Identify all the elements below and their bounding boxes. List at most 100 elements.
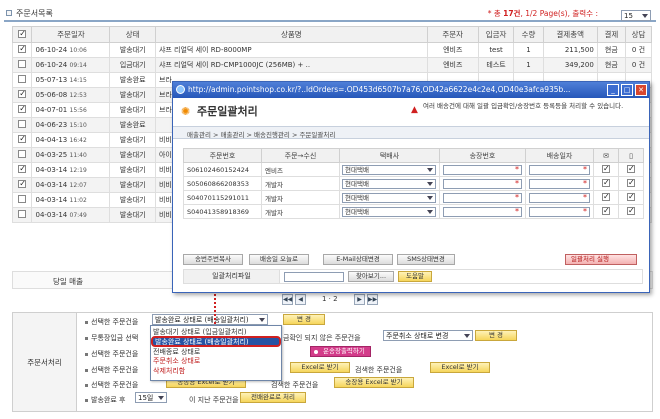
first-page-button[interactable]: ◀◀ xyxy=(282,294,293,305)
minimize-icon[interactable]: _ xyxy=(607,84,619,96)
product-name[interactable]: 샤프 리얼덕 세이 RD-8000MP xyxy=(154,42,428,58)
col-header[interactable]: 주문자 xyxy=(426,26,479,43)
col-header[interactable]: 수량 xyxy=(513,26,544,43)
sms-cell[interactable] xyxy=(618,204,644,219)
email-cell[interactable] xyxy=(593,176,619,191)
row-select-cell[interactable] xyxy=(11,207,33,223)
row-select-cell[interactable] xyxy=(11,162,33,178)
email-checkbox[interactable] xyxy=(602,178,610,187)
per-page-select[interactable]: 15 xyxy=(621,10,651,21)
buyer-name[interactable]: 엔비즈 xyxy=(426,57,479,73)
sms-checkbox[interactable] xyxy=(627,178,635,187)
status-dropdown-list[interactable]: 발송대기 상태로 (입금일괄처리) 발송완료 상태로 (배송일괄처리) 전배종료… xyxy=(150,325,282,381)
ship-date-today-button[interactable]: 배송일 오늘로 xyxy=(249,254,309,265)
ship-date-input[interactable] xyxy=(529,165,590,175)
row-select-cell[interactable] xyxy=(11,42,33,58)
change-button-2[interactable]: 변 경 xyxy=(475,330,517,341)
row-checkbox[interactable] xyxy=(18,89,27,98)
select-all-header[interactable] xyxy=(11,26,33,43)
sms-cell[interactable] xyxy=(618,176,644,191)
sms-cell[interactable] xyxy=(618,162,644,177)
run-batch-button[interactable]: 일괄처리 실행 xyxy=(565,254,637,265)
email-cell[interactable] xyxy=(593,190,619,205)
sms-status-button[interactable]: SMS상태변경 xyxy=(397,254,455,265)
next-page-button[interactable]: ▶ xyxy=(354,294,365,305)
col-header[interactable]: 상품명 xyxy=(154,26,428,43)
change-button[interactable]: 변 경 xyxy=(283,314,325,325)
row-select-cell[interactable] xyxy=(11,102,33,118)
dropdown-option[interactable]: 주문취소 상태로 xyxy=(153,357,200,365)
email-cell[interactable] xyxy=(593,204,619,219)
memo-count[interactable]: 0 건 xyxy=(624,42,653,58)
sms-checkbox[interactable] xyxy=(627,164,635,173)
email-checkbox[interactable] xyxy=(602,192,610,201)
col-header[interactable]: 상담 xyxy=(624,26,653,43)
row-select-cell[interactable] xyxy=(11,72,33,88)
dropdown-option[interactable]: 전배종료 상태로 xyxy=(153,348,200,356)
days-select[interactable]: 15일 xyxy=(135,392,167,403)
sms-checkbox[interactable] xyxy=(627,192,635,201)
email-checkbox[interactable] xyxy=(602,206,610,215)
mark-complete-button[interactable]: 전배완료로 처리 xyxy=(240,392,306,403)
page-numbers[interactable]: 1 · 2 xyxy=(322,295,338,303)
ship-date-input[interactable] xyxy=(529,207,590,217)
help-button[interactable]: 도움말 xyxy=(398,271,432,282)
row-select-cell[interactable] xyxy=(11,87,33,103)
close-icon[interactable]: ✕ xyxy=(635,84,647,96)
sms-col-header[interactable]: ▯ xyxy=(618,148,644,163)
ship-date-input[interactable] xyxy=(529,179,590,189)
courier-select[interactable]: 현대택배 xyxy=(342,193,436,203)
row-checkbox[interactable] xyxy=(18,60,27,68)
waybill-input[interactable] xyxy=(443,193,522,203)
col-header[interactable]: 결제 xyxy=(596,26,626,43)
row-checkbox[interactable] xyxy=(18,195,27,203)
ship-date-input[interactable] xyxy=(529,193,590,203)
row-select-cell[interactable] xyxy=(11,132,33,148)
memo-count[interactable]: 0 건 xyxy=(624,57,653,73)
sms-cell[interactable] xyxy=(618,190,644,205)
row-checkbox[interactable] xyxy=(18,134,27,143)
prev-page-button[interactable]: ◀ xyxy=(295,294,306,305)
row-checkbox[interactable] xyxy=(18,44,27,53)
waybill-input[interactable] xyxy=(443,207,522,217)
waybill-excel-search-button[interactable]: 송장용 Excel로 받기 xyxy=(334,377,414,388)
email-status-button[interactable]: E-Mail상태변경 xyxy=(323,254,393,265)
print-waybill-button[interactable]: 운송장출력하기 xyxy=(310,346,371,357)
email-cell[interactable] xyxy=(593,162,619,177)
table-row[interactable]: 06-10-24 10:06발송대기샤프 리얼덕 세이 RD-8000MP엔비즈… xyxy=(11,42,653,58)
copy-order-number-button[interactable]: 송번주번복사 xyxy=(183,254,243,265)
waybill-input[interactable] xyxy=(443,165,522,175)
waybill-input[interactable] xyxy=(443,179,522,189)
courier-select[interactable]: 현대택배 xyxy=(342,165,436,175)
col-header[interactable]: 상태 xyxy=(109,26,156,43)
row-checkbox[interactable] xyxy=(18,104,27,113)
maximize-icon[interactable]: □ xyxy=(621,84,633,96)
col-header[interactable]: 주문일자 xyxy=(31,26,111,43)
col-header[interactable]: 결제총액 xyxy=(542,26,598,43)
email-checkbox[interactable] xyxy=(602,164,610,173)
row-checkbox[interactable] xyxy=(18,210,27,218)
excel-selected-button[interactable]: Excel로 받기 xyxy=(290,362,350,373)
row-checkbox[interactable] xyxy=(18,179,27,188)
row-select-cell[interactable] xyxy=(11,177,33,193)
select-all-checkbox[interactable] xyxy=(18,29,27,38)
row-checkbox[interactable] xyxy=(18,75,27,83)
courier-select[interactable]: 현대택배 xyxy=(342,179,436,189)
cancel-status-select[interactable]: 주문취소 상태로 변경 xyxy=(383,330,473,341)
courier-select[interactable]: 현대택배 xyxy=(342,207,436,217)
row-checkbox[interactable] xyxy=(18,164,27,173)
dropdown-option-selected[interactable]: 발송완료 상태로 (배송일괄처리) xyxy=(151,336,281,347)
product-name[interactable]: 샤프 리얼덕 세이 RD-CMP1000JC (256MB) + .. xyxy=(154,57,428,73)
last-page-button[interactable]: ▶▶ xyxy=(367,294,378,305)
buyer-name[interactable]: 엔비즈 xyxy=(426,42,479,58)
dropdown-option[interactable]: 삭제처리함 xyxy=(153,367,185,375)
dropdown-option[interactable]: 발송대기 상태로 (입금일괄처리) xyxy=(153,328,247,336)
row-select-cell[interactable] xyxy=(11,192,33,208)
popup-titlebar[interactable]: http://admin.pointshop.co.kr/?..ldOrders… xyxy=(173,82,649,98)
browse-button[interactable]: 찾아보기... xyxy=(348,271,394,282)
status-change-select[interactable]: 발송완료 상태로 (배송일괄처리) xyxy=(152,314,268,325)
table-row[interactable]: 06-10-24 09:14 입금대기 샤프 리얼덕 세이 RD-CMP1000JC… xyxy=(11,57,653,73)
row-select-cell[interactable] xyxy=(11,57,33,73)
col-header[interactable]: 입금자 xyxy=(477,26,515,43)
sms-checkbox[interactable] xyxy=(627,206,635,215)
